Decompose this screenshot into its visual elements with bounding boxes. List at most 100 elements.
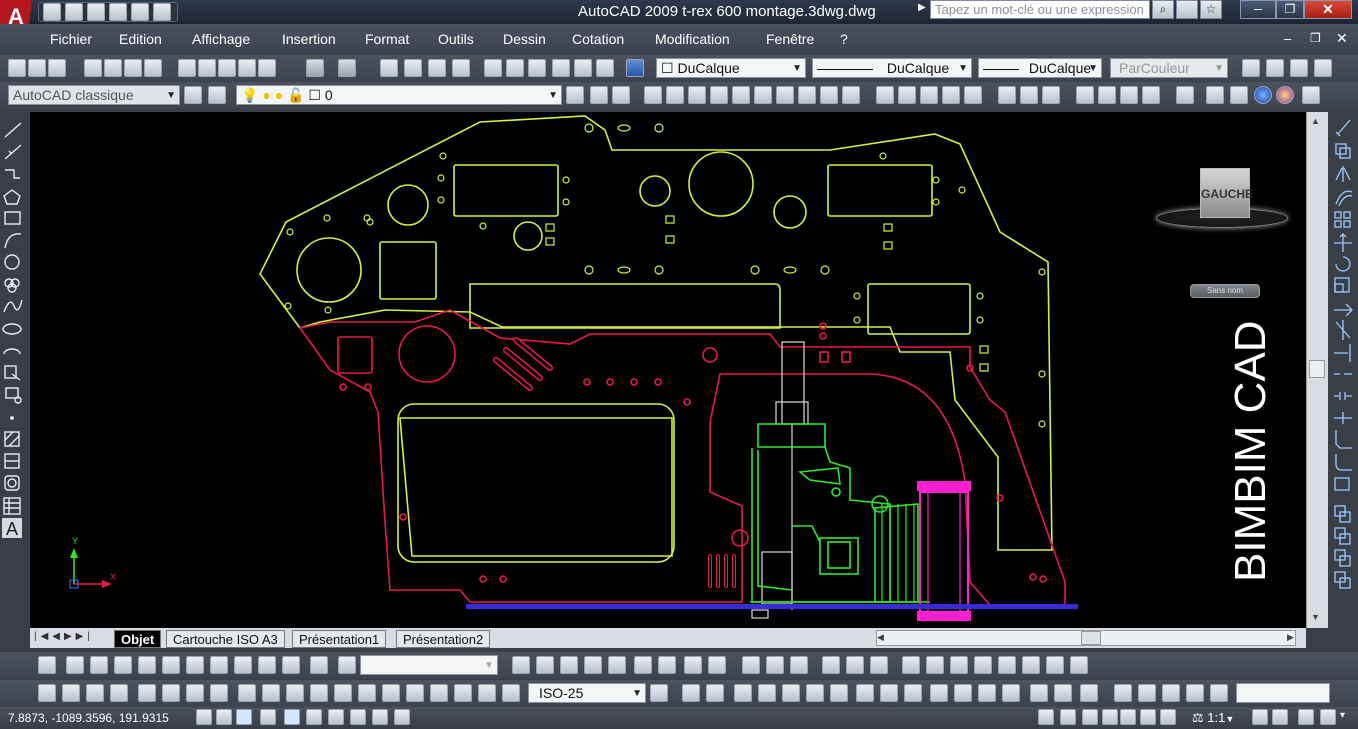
snap-apparent-icon[interactable]	[758, 684, 776, 702]
wedge-icon[interactable]	[688, 86, 706, 104]
layer-state-icon[interactable]	[612, 86, 630, 104]
break-icon[interactable]	[1334, 392, 1352, 400]
jogged-linear-icon[interactable]	[430, 684, 448, 702]
stretch-icon[interactable]	[1334, 303, 1353, 317]
quick-properties-icon[interactable]	[394, 709, 410, 725]
doc-minimize-icon[interactable]: –	[1284, 31, 1291, 46]
insert-block-icon[interactable]	[4, 365, 21, 381]
rectangle-icon[interactable]	[4, 211, 21, 225]
doc-restore-icon[interactable]: ❐	[1310, 31, 1321, 45]
undo-toolbar-icon[interactable]	[306, 59, 324, 77]
sphere-icon[interactable]	[732, 86, 750, 104]
zoom-realtime-icon[interactable]	[404, 59, 422, 77]
render-icon[interactable]	[1314, 59, 1332, 77]
quick-dim-icon[interactable]	[238, 684, 256, 702]
box-icon[interactable]	[666, 86, 684, 104]
find-replace-icon[interactable]	[998, 656, 1016, 674]
plot-preview-icon[interactable]	[104, 59, 122, 77]
snap-insert-icon[interactable]	[930, 684, 948, 702]
undo-icon[interactable]	[131, 3, 149, 21]
orbit-icon[interactable]	[1290, 59, 1308, 77]
zoom-window-bottom-icon[interactable]	[512, 656, 530, 674]
mtext-bottom-icon[interactable]	[926, 656, 944, 674]
markup-icon[interactable]	[574, 59, 592, 77]
zoom-previous-icon[interactable]	[452, 59, 470, 77]
zoom-dynamic-icon[interactable]	[536, 656, 554, 674]
union-icon[interactable]	[998, 86, 1016, 104]
revcloud-icon[interactable]	[4, 278, 20, 293]
ortho-mode-icon[interactable]	[236, 709, 252, 725]
ordinate-dim-icon[interactable]	[110, 684, 128, 702]
horizontal-scroll-thumb[interactable]	[1081, 631, 1101, 645]
drawing-canvas[interactable]: Y X GAUCHE Sans nom BIMBIM CAD	[30, 112, 1306, 628]
arc-length-icon[interactable]	[86, 684, 104, 702]
save-icon[interactable]	[87, 3, 105, 21]
close-window-icon[interactable]: ✕	[1304, 0, 1352, 19]
3d-dwf-icon[interactable]	[144, 59, 162, 77]
dim-break-icon[interactable]	[334, 684, 352, 702]
dim-style-manager-icon[interactable]	[650, 684, 668, 702]
dim-style-combo[interactable]: ISO-25 ▼	[528, 683, 646, 703]
dim-text-edit-icon[interactable]	[478, 684, 496, 702]
plot-icon[interactable]	[84, 59, 102, 77]
3d-orbit-icon[interactable]	[766, 656, 784, 674]
zoom-all-icon[interactable]	[684, 656, 702, 674]
drawing-svg[interactable]	[30, 112, 1306, 628]
ducs-icon[interactable]	[328, 709, 344, 725]
dim-space-icon[interactable]	[310, 684, 328, 702]
rotate-icon[interactable]	[1335, 256, 1351, 272]
minimize-window-icon[interactable]: –	[1240, 0, 1276, 19]
publish-icon[interactable]	[124, 59, 142, 77]
copy-object-icon[interactable]	[1335, 143, 1351, 159]
circle-icon[interactable]	[4, 254, 20, 270]
snap-nearest-icon[interactable]	[978, 684, 996, 702]
spline-icon[interactable]	[3, 299, 23, 313]
view-right-icon[interactable]	[138, 656, 156, 674]
cut-icon[interactable]	[178, 59, 196, 77]
polysolid-icon[interactable]	[644, 86, 662, 104]
pan-status-icon[interactable]	[1102, 709, 1118, 725]
view-front-icon[interactable]	[162, 656, 180, 674]
scale-text-icon[interactable]	[1046, 656, 1064, 674]
communication-center-icon[interactable]	[1176, 0, 1198, 19]
snap-perpendicular-icon[interactable]	[880, 684, 898, 702]
angular-dim-icon[interactable]	[210, 684, 228, 702]
annotation-visibility-icon[interactable]	[1252, 709, 1268, 725]
snap-mode-icon[interactable]	[196, 709, 212, 725]
tool-palettes-icon[interactable]	[528, 59, 546, 77]
dim-update-icon[interactable]	[502, 684, 520, 702]
scroll-left-icon[interactable]: ◀	[877, 632, 884, 643]
tab-navigation-arrows[interactable]: |◀◀▶▶|	[34, 631, 94, 642]
zoom-scale-icon[interactable]	[560, 656, 578, 674]
make-layer-current-icon[interactable]	[566, 86, 584, 104]
tab-presentation2[interactable]: Présentation2	[396, 630, 491, 648]
open-file-icon[interactable]	[65, 3, 83, 21]
hatch-icon[interactable]	[4, 431, 20, 447]
pyramid-icon[interactable]	[798, 86, 816, 104]
arc-icon[interactable]	[4, 233, 22, 249]
zoom-in-icon[interactable]	[634, 656, 652, 674]
polar-tracking-icon[interactable]	[260, 709, 276, 725]
save-toolbar-icon[interactable]	[48, 59, 66, 77]
scroll-thumb[interactable]	[1309, 360, 1325, 378]
menu-affichage[interactable]: Affichage	[192, 31, 250, 47]
menu-edition[interactable]: Edition	[119, 31, 162, 47]
match-properties-icon[interactable]	[238, 59, 256, 77]
paste-icon[interactable]	[218, 59, 236, 77]
sweep-icon[interactable]	[920, 86, 938, 104]
3d-array-icon[interactable]	[1142, 86, 1160, 104]
menu-help[interactable]: ?	[840, 31, 848, 47]
clutch-bell[interactable]	[917, 481, 971, 621]
snap-from-icon[interactable]	[1080, 684, 1098, 702]
scroll-up-icon[interactable]: ▲	[1311, 116, 1320, 126]
snap-quadrant-icon[interactable]	[830, 684, 848, 702]
view-left-button-icon[interactable]	[114, 656, 132, 674]
gradient-icon[interactable]	[4, 453, 20, 469]
lineweight-toggle-icon[interactable]	[372, 709, 388, 725]
showmotion-icon[interactable]	[1210, 684, 1228, 702]
conceptual-style-icon[interactable]	[1230, 86, 1248, 104]
text-style-icon[interactable]	[1022, 656, 1040, 674]
erase-icon[interactable]	[1335, 119, 1351, 137]
array-icon[interactable]	[1334, 211, 1351, 228]
doc-close-icon[interactable]: ✕	[1336, 30, 1348, 47]
